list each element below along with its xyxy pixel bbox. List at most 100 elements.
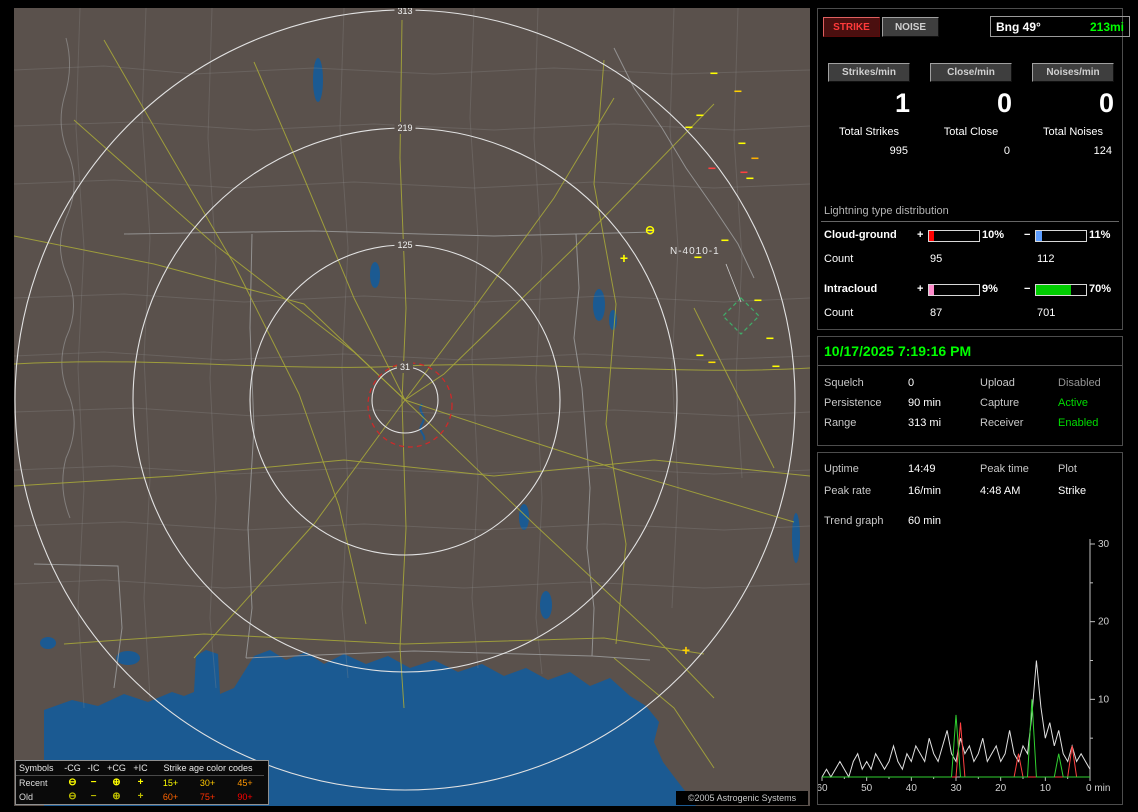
cg-plus-count: 95 bbox=[930, 253, 942, 265]
strikes-column: Strikes/min 1 Total Strikes 995 bbox=[818, 63, 920, 157]
age-code: 45+ bbox=[226, 776, 264, 790]
uptime-value: 14:49 bbox=[908, 463, 936, 475]
minus-sign: − bbox=[1024, 229, 1030, 241]
ic-minus-recent-icon: − bbox=[83, 776, 104, 790]
cg-minus-bar bbox=[1035, 230, 1087, 242]
cg-plus-percent: 10% bbox=[982, 229, 1004, 241]
plus-sign: + bbox=[917, 229, 923, 241]
ic-plus-bar-fill bbox=[929, 285, 934, 295]
plus-sign: + bbox=[917, 283, 923, 295]
cell-pointer-line bbox=[726, 264, 741, 302]
trend-panel: Uptime 14:49 Peak time Plot Peak rate 16… bbox=[817, 452, 1123, 805]
peak-rate-label: Peak rate bbox=[824, 485, 871, 497]
persistence-value: 90 min bbox=[908, 397, 941, 409]
range-ring-label: 125 bbox=[394, 239, 415, 251]
svg-text:10: 10 bbox=[1098, 694, 1110, 705]
svg-text:+: + bbox=[682, 642, 690, 658]
total-noises-label: Total Noises bbox=[1022, 126, 1124, 138]
close-column: Close/min 0 Total Close 0 bbox=[920, 63, 1022, 157]
svg-text:−: − bbox=[734, 83, 742, 99]
map-legend: Symbols -CG -IC +CG +IC Strike age color… bbox=[15, 760, 269, 805]
total-close-value: 0 bbox=[920, 145, 1022, 157]
strikes-per-min-button[interactable]: Strikes/min bbox=[828, 63, 910, 82]
svg-text:30: 30 bbox=[950, 783, 962, 794]
county-lines bbox=[14, 8, 810, 708]
legend-col-header: -CG bbox=[62, 761, 83, 776]
cg-minus-recent-icon: ⊖ bbox=[62, 776, 83, 790]
capture-value: Active bbox=[1058, 397, 1088, 409]
legend-col-header: -IC bbox=[83, 761, 104, 776]
close-per-min-button[interactable]: Close/min bbox=[930, 63, 1012, 82]
age-code: 90+ bbox=[226, 790, 264, 804]
total-strikes-label: Total Strikes bbox=[818, 126, 920, 138]
svg-text:60: 60 bbox=[818, 783, 828, 794]
peak-rate-value: 16/min bbox=[908, 485, 941, 497]
copyright-text: ©2005 Astrogenic Systems bbox=[676, 791, 808, 805]
squelch-value: 0 bbox=[908, 377, 914, 389]
peak-time-value: 4:48 AM bbox=[980, 485, 1020, 497]
info-row: Uptime 14:49 Peak time Plot bbox=[818, 463, 1124, 479]
upload-value: Disabled bbox=[1058, 377, 1101, 389]
range-ring-label: 31 bbox=[397, 361, 413, 373]
legend-col-header: +IC bbox=[129, 761, 152, 776]
svg-text:−: − bbox=[751, 150, 759, 166]
noise-mode-button[interactable]: NOISE bbox=[882, 17, 939, 37]
bearing-distance: 213mi bbox=[1090, 20, 1124, 34]
svg-text:10: 10 bbox=[1040, 783, 1052, 794]
age-code: 75+ bbox=[189, 790, 226, 804]
divider bbox=[818, 365, 1122, 366]
bearing-display: Bng 49° 213mi bbox=[990, 16, 1130, 37]
sidebar: STRIKE NOISE Bng 49° 213mi Strikes/min 1… bbox=[817, 0, 1124, 812]
svg-text:0 min: 0 min bbox=[1086, 783, 1110, 794]
uptime-label: Uptime bbox=[824, 463, 859, 475]
svg-text:−: − bbox=[708, 354, 716, 370]
status-row: Range 313 mi Receiver Enabled bbox=[818, 417, 1124, 433]
total-close-label: Total Close bbox=[920, 126, 1022, 138]
strike-mode-button[interactable]: STRIKE bbox=[823, 17, 880, 37]
count-label: Count bbox=[824, 307, 853, 319]
cg-minus-count: 112 bbox=[1037, 253, 1055, 265]
svg-text:−: − bbox=[746, 170, 754, 186]
svg-text:−: − bbox=[710, 65, 718, 81]
svg-text:+: + bbox=[620, 250, 628, 266]
cg-minus-bar-fill bbox=[1036, 231, 1042, 241]
total-noises-value: 124 bbox=[1022, 145, 1124, 157]
map-canvas[interactable]: ⊖+−−−−−−−−−−−−−−−−+ 313 219 125 31 N-401… bbox=[14, 8, 810, 806]
legend-row-label: Recent bbox=[16, 776, 62, 790]
svg-text:30: 30 bbox=[1098, 539, 1110, 550]
ic-plus-recent-icon: + bbox=[129, 776, 152, 790]
noises-per-min-button[interactable]: Noises/min bbox=[1032, 63, 1114, 82]
legend-title: Symbols bbox=[16, 761, 62, 776]
range-label: Range bbox=[824, 417, 856, 429]
cg-plus-bar bbox=[928, 230, 980, 242]
svg-text:−: − bbox=[685, 119, 693, 135]
svg-text:−: − bbox=[696, 347, 704, 363]
svg-text:20: 20 bbox=[995, 783, 1007, 794]
plot-label: Plot bbox=[1058, 463, 1077, 475]
cloud-ground-row: Cloud-ground + 10% − 11% bbox=[818, 229, 1124, 243]
age-code: 30+ bbox=[189, 776, 226, 790]
intracloud-row: Intracloud + 9% − 70% bbox=[818, 283, 1124, 297]
receiver-value: Enabled bbox=[1058, 417, 1098, 429]
persistence-label: Persistence bbox=[824, 397, 881, 409]
legend-row-label: Old bbox=[16, 790, 62, 804]
cg-minus-old-icon: ⊖ bbox=[62, 790, 83, 804]
close-rate-value: 0 bbox=[920, 82, 1022, 122]
trend-window-value: 60 min bbox=[908, 515, 941, 527]
peak-time-label: Peak time bbox=[980, 463, 1029, 475]
cg-minus-percent: 11% bbox=[1089, 229, 1110, 241]
cloud-ground-label: Cloud-ground bbox=[824, 229, 897, 241]
cg-plus-bar-fill bbox=[929, 231, 934, 241]
strikes-rate-value: 1 bbox=[818, 82, 920, 122]
cg-plus-recent-icon: ⊕ bbox=[104, 776, 129, 790]
legend-age-header: Strike age color codes bbox=[152, 761, 264, 776]
range-value: 313 mi bbox=[908, 417, 941, 429]
status-row: Persistence 90 min Capture Active bbox=[818, 397, 1124, 413]
ic-plus-old-icon: + bbox=[129, 790, 152, 804]
status-panel: 10/17/2025 7:19:16 PM Squelch 0 Upload D… bbox=[817, 336, 1123, 446]
age-code: 60+ bbox=[152, 790, 189, 804]
trend-header-row: Trend graph 60 min bbox=[818, 515, 1124, 531]
ic-minus-old-icon: − bbox=[83, 790, 104, 804]
range-ring-label: 313 bbox=[394, 8, 415, 17]
trend-graph: 6050403020100 min302010 bbox=[818, 535, 1123, 803]
